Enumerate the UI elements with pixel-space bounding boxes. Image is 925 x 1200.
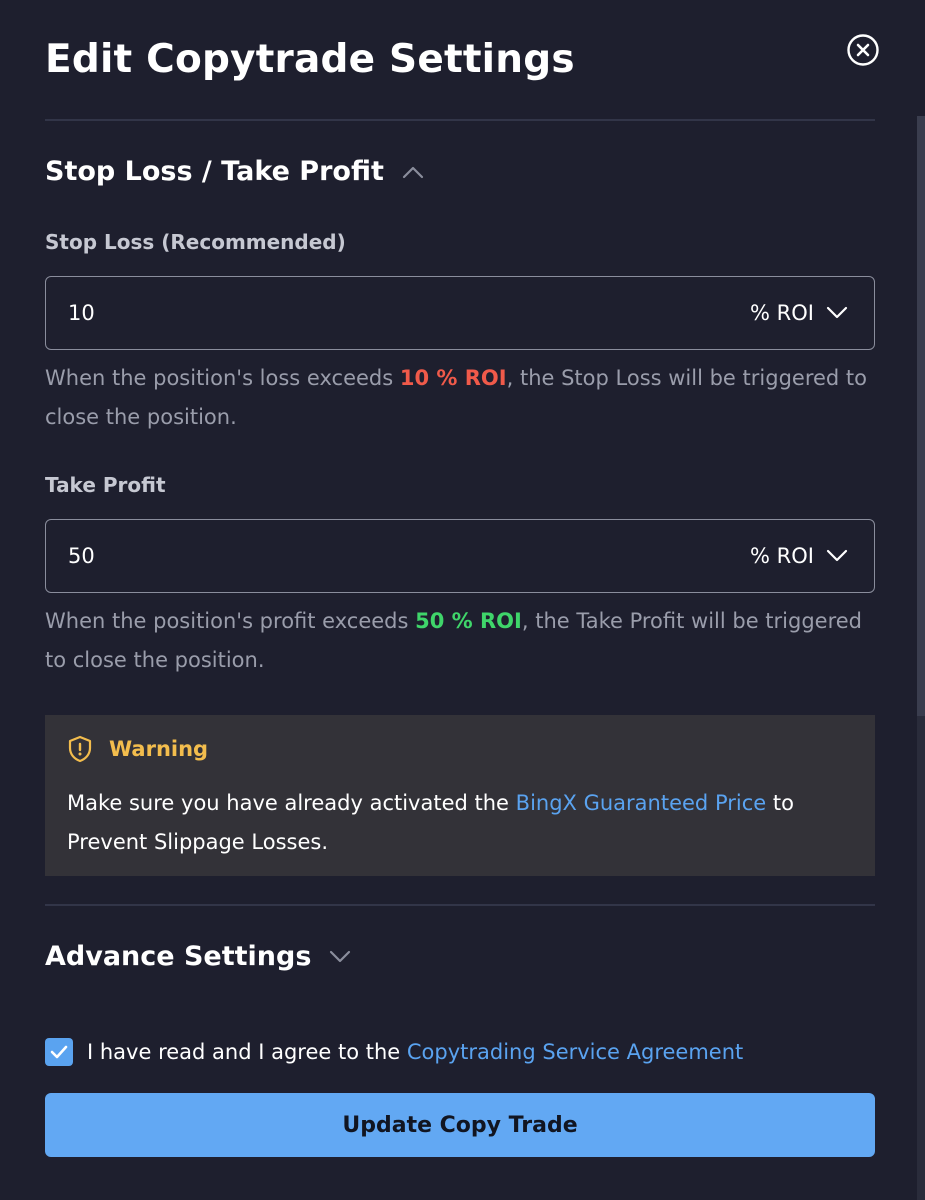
chevron-down-icon: [826, 549, 848, 562]
shield-warning-icon: [68, 735, 92, 763]
chevron-up-icon: [402, 166, 423, 179]
section-divider: [45, 904, 875, 906]
agreement-text: I have read and I agree to the Copytradi…: [87, 1036, 743, 1068]
sl-tp-section-title: Stop Loss / Take Profit: [45, 156, 384, 187]
stop-loss-unit-label: % ROI: [750, 301, 814, 325]
take-profit-help-highlight: 50 % ROI: [415, 609, 522, 633]
stop-loss-label: Stop Loss (Recommended): [45, 230, 346, 254]
warning-text-before: Make sure you have already activated the: [67, 791, 516, 815]
chevron-down-icon: [826, 306, 848, 319]
agreement-checkbox[interactable]: [45, 1038, 73, 1066]
header-divider: [45, 119, 875, 121]
stop-loss-help: When the position's loss exceeds 10 % RO…: [45, 359, 875, 437]
stop-loss-help-before: When the position's loss exceeds: [45, 366, 400, 390]
take-profit-help: When the position's profit exceeds 50 % …: [45, 602, 875, 680]
scrollbar-thumb[interactable]: [917, 116, 925, 716]
agreement-row: I have read and I agree to the Copytradi…: [45, 1036, 743, 1068]
guaranteed-price-link[interactable]: BingX Guaranteed Price: [516, 791, 767, 815]
service-agreement-link[interactable]: Copytrading Service Agreement: [407, 1040, 743, 1064]
warning-header: Warning: [67, 733, 208, 765]
check-icon: [50, 1045, 68, 1059]
take-profit-label: Take Profit: [45, 473, 166, 497]
agreement-text-label: I have read and I agree to the: [87, 1040, 407, 1064]
warning-box: Warning Make sure you have already activ…: [45, 715, 875, 876]
edit-copytrade-modal: Edit Copytrade Settings Stop Loss / Take…: [0, 0, 925, 1200]
chevron-down-icon: [330, 950, 351, 963]
update-copy-trade-button[interactable]: Update Copy Trade: [45, 1093, 875, 1157]
close-button[interactable]: [847, 34, 879, 66]
stop-loss-help-highlight: 10 % ROI: [399, 366, 507, 390]
stop-loss-field[interactable]: 10 % ROI: [45, 276, 875, 350]
take-profit-help-before: When the position's profit exceeds: [45, 609, 416, 633]
take-profit-unit-label: % ROI: [750, 544, 814, 568]
modal-title: Edit Copytrade Settings: [45, 37, 575, 82]
close-circle-icon: [847, 34, 879, 66]
sl-tp-section-toggle[interactable]: Stop Loss / Take Profit: [45, 154, 424, 190]
advance-settings-toggle[interactable]: Advance Settings: [45, 939, 351, 975]
advance-settings-title: Advance Settings: [45, 941, 312, 972]
stop-loss-input[interactable]: 10: [68, 297, 95, 329]
warning-text: Make sure you have already activated the…: [67, 784, 847, 862]
take-profit-field[interactable]: 50 % ROI: [45, 519, 875, 593]
stop-loss-unit-select[interactable]: % ROI: [750, 297, 848, 329]
take-profit-unit-select[interactable]: % ROI: [750, 540, 848, 572]
warning-title: Warning: [109, 737, 209, 761]
take-profit-input[interactable]: 50: [68, 540, 95, 572]
